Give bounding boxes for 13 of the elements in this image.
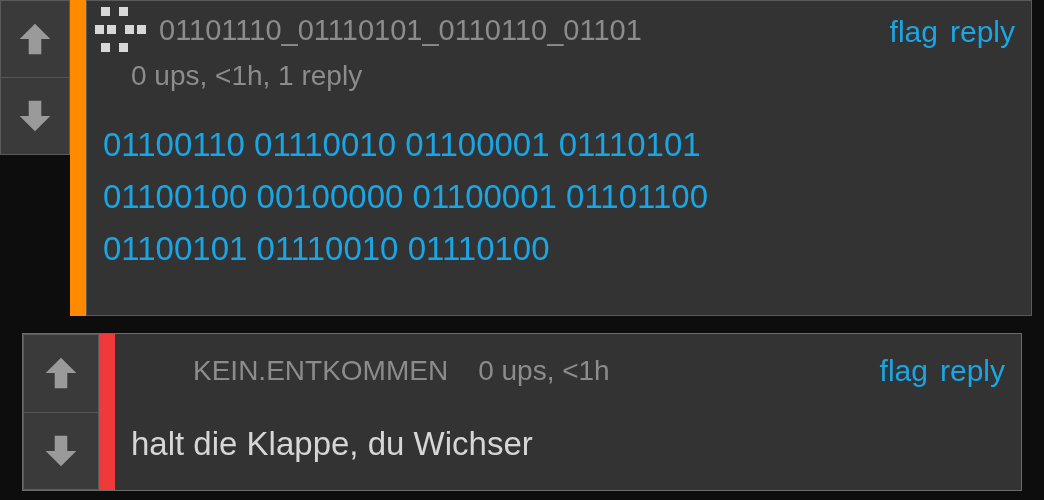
action-link[interactable]: flag [889,8,938,54]
comment-text: 01100110 01110010 01100001 01110101 01100100 00100000 01100001 01101100 01100101 01110010 01110100 [103,125,709,269]
comment-meta: 0 ups, <1h, 1 reply [131,59,364,93]
comment-meta: 0 ups, <1h [478,353,610,388]
down-arrow-icon[interactable] [17,98,53,134]
up-arrow-icon[interactable] [17,21,53,57]
username[interactable]: 01101110_01110101_0110110_01101 [159,9,642,53]
action-link[interactable]: reply [939,348,1005,393]
action-link[interactable]: flag [879,348,928,393]
comment-text: halt die Klappe, du Wichser [131,424,534,464]
username[interactable]: KEIN.ENTKOMMEN [193,349,449,392]
pixel-avatar-icon [95,7,149,55]
action-link[interactable]: reply [949,8,1015,54]
